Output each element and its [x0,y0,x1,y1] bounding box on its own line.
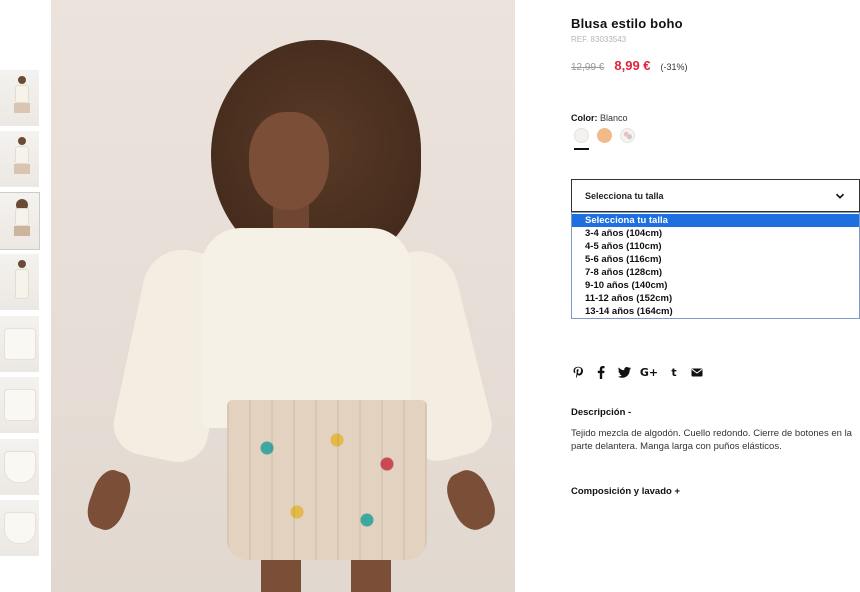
size-option[interactable]: 13-14 años (164cm) [572,305,859,318]
tumblr-icon[interactable]: t [667,365,681,379]
color-value: Blanco [600,113,628,123]
photo-skirt [227,400,427,560]
composition-toggle[interactable]: Composición y lavado + [571,486,680,497]
size-dropdown: Selecciona tu talla 3-4 años (104cm) 4-5… [571,212,860,319]
selected-swatch-indicator [574,148,589,150]
thumbnail-6[interactable] [0,377,39,433]
discount-badge: (-31%) [660,62,688,72]
thumbnail-4[interactable] [0,254,39,310]
thumbnail-8[interactable] [0,500,39,556]
new-price: 8,99 € [614,58,651,73]
size-option[interactable]: 11-12 años (152cm) [572,292,859,305]
size-option[interactable]: 7-8 años (128cm) [572,266,859,279]
share-bar: G+ t [571,365,713,379]
color-swatches [574,128,643,143]
product-title: Blusa estilo boho [571,16,683,31]
thumbnail-strip [0,0,40,592]
size-select[interactable]: Selecciona tu talla [571,179,860,212]
photo-face [249,112,329,210]
photo-hand-right [440,464,502,536]
swatch-print[interactable] [620,128,635,143]
price-row: 12,99 € 8,99 € (-31%) [571,58,688,73]
thumbnail-3[interactable] [0,192,40,250]
google-plus-icon[interactable]: G+ [640,365,658,379]
description-text: Tejido mezcla de algodón. Cuello redondo… [571,428,852,452]
photo-blouse [201,228,411,428]
swatch-white[interactable] [574,128,589,143]
size-option[interactable]: 4-5 años (110cm) [572,240,859,253]
chevron-down-icon [835,193,845,199]
size-option[interactable]: 3-4 años (104cm) [572,227,859,240]
size-select-value: Selecciona tu talla [585,190,664,201]
pinterest-icon[interactable] [571,365,585,379]
swatch-peach[interactable] [597,128,612,143]
old-price: 12,99 € [571,62,605,73]
email-icon[interactable] [690,365,704,379]
facebook-icon[interactable] [594,365,608,379]
size-option[interactable]: 9-10 años (140cm) [572,279,859,292]
thumbnail-1[interactable] [0,70,39,126]
description-toggle[interactable]: Descripción - [571,407,631,418]
thumbnail-7[interactable] [0,439,39,495]
product-ref: REF. 83033543 [571,35,627,44]
product-photo[interactable] [51,0,515,592]
size-option[interactable]: Selecciona tu talla [572,214,859,227]
photo-leg-right [351,555,391,592]
photo-hand-left [81,465,137,535]
product-panel: Blusa estilo boho REF. 83033543 12,99 € … [571,0,860,592]
twitter-icon[interactable] [617,365,631,379]
thumbnail-2[interactable] [0,131,39,187]
photo-leg-left [261,555,301,592]
size-option[interactable]: 5-6 años (116cm) [572,253,859,266]
color-label-row: Color: Blanco [571,113,628,123]
thumbnail-5[interactable] [0,316,39,372]
color-label: Color: [571,113,598,123]
